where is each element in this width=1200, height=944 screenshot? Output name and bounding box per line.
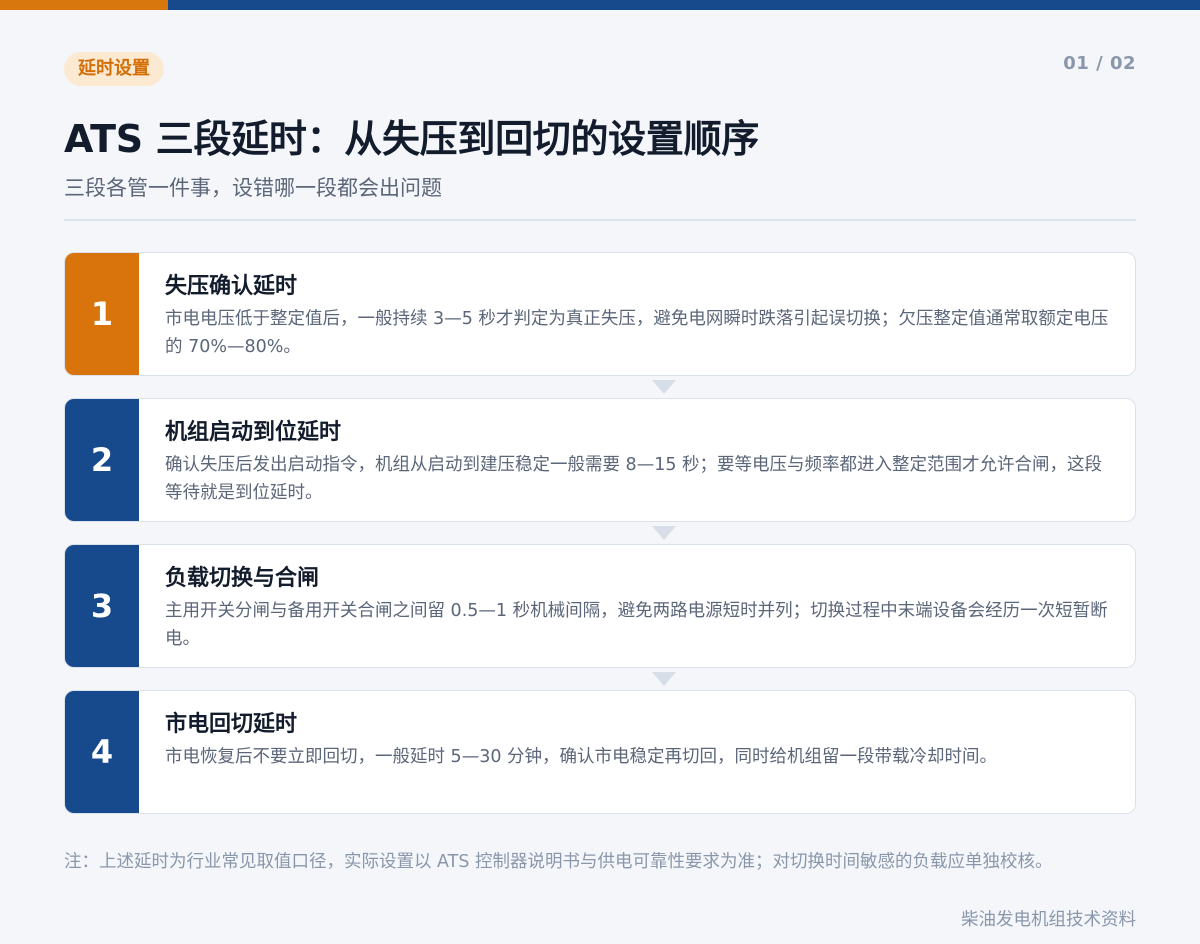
page-title: ATS 三段延时：从失压到回切的设置顺序 [64,117,759,161]
step-number-badge: 4 [65,691,139,813]
step-title: 机组启动到位延时 [165,420,342,445]
step-card-2: 2 机组启动到位延时 确认失压后发出启动指令，机组从启动到建压稳定一般需要 8—… [64,398,1136,522]
down-arrow-icon [652,380,676,394]
header-divider [64,219,1136,221]
top-accent-bar [0,0,1200,10]
step-title: 市电回切延时 [165,712,298,737]
step-body: 市电回切延时 市电恢复后不要立即回切，一般延时 5—30 分钟，确认市电稳定再切… [165,709,1115,771]
step-description: 确认失压后发出启动指令，机组从启动到建压稳定一般需要 8—15 秒；要等电压与频… [165,455,1103,503]
step-card-4: 4 市电回切延时 市电恢复后不要立即回切，一般延时 5—30 分钟，确认市电稳定… [64,690,1136,814]
step-body: 负载切换与合闸 主用开关分闸与备用开关合闸之间留 0.5—1 秒机械间隔，避免两… [165,563,1115,653]
page-subtitle: 三段各管一件事，设错哪一段都会出问题 [64,176,442,200]
down-arrow-icon [652,526,676,540]
step-description: 市电电压低于整定值后，一般持续 3—5 秒才判定为真正失压，避免电网瞬时跌落引起… [165,309,1109,357]
source-label: 柴油发电机组技术资料 [961,910,1136,930]
step-title: 负载切换与合闸 [165,566,320,591]
step-body: 机组启动到位延时 确认失压后发出启动指令，机组从启动到建压稳定一般需要 8—15… [165,417,1115,507]
top-accent-bar-orange [0,0,168,10]
footnote: 注：上述延时为行业常见取值口径，实际设置以 ATS 控制器说明书与供电可靠性要求… [64,852,1053,872]
page-indicator: 01 / 02 [1063,53,1136,74]
step-list: 1 失压确认延时 市电电压低于整定值后，一般持续 3—5 秒才判定为真正失压，避… [64,252,1136,814]
step-number-badge: 1 [65,253,139,375]
step-body: 失压确认延时 市电电压低于整定值后，一般持续 3—5 秒才判定为真正失压，避免电… [165,271,1115,361]
step-title: 失压确认延时 [165,274,298,299]
step-card-3: 3 负载切换与合闸 主用开关分闸与备用开关合闸之间留 0.5—1 秒机械间隔，避… [64,544,1136,668]
step-number-badge: 3 [65,545,139,667]
step-number-badge: 2 [65,399,139,521]
step-card-1: 1 失压确认延时 市电电压低于整定值后，一般持续 3—5 秒才判定为真正失压，避… [64,252,1136,376]
down-arrow-icon [652,672,676,686]
step-description: 市电恢复后不要立即回切，一般延时 5—30 分钟，确认市电稳定再切回，同时给机组… [165,747,998,767]
section-tag: 延时设置 [64,52,164,86]
step-description: 主用开关分闸与备用开关合闸之间留 0.5—1 秒机械间隔，避免两路电源短时并列；… [165,601,1108,649]
